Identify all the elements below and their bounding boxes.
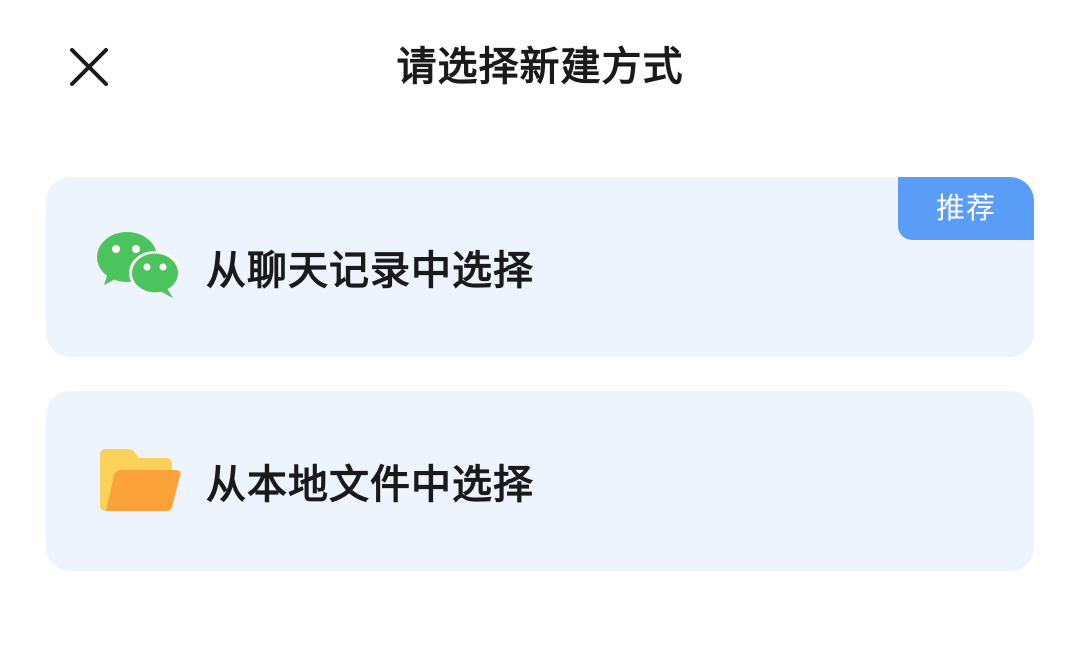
option-label: 从聊天记录中选择 [206, 248, 534, 294]
option-from-local-file[interactable]: 从本地文件中选择 [46, 391, 1034, 571]
page-title: 请选择新建方式 [396, 44, 684, 90]
wechat-icon [94, 227, 186, 307]
header-bar: 请选择新建方式 [0, 0, 1080, 134]
recommended-badge: 推荐 [898, 177, 1034, 240]
option-label: 从本地文件中选择 [206, 462, 534, 508]
folder-icon [94, 441, 186, 521]
option-from-chat-history[interactable]: 从聊天记录中选择 推荐 [46, 177, 1034, 357]
